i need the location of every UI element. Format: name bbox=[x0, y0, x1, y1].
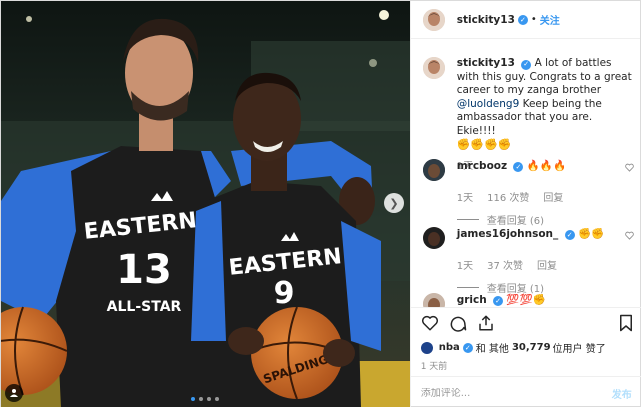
bookmark-icon[interactable] bbox=[618, 314, 634, 332]
post-header: stickity13 ✓ • 关注 bbox=[410, 1, 640, 39]
comment-username[interactable]: james16johnson_ bbox=[457, 228, 559, 240]
jersey-left-number: 13 bbox=[116, 247, 172, 293]
follow-button[interactable]: 关注 bbox=[540, 12, 560, 27]
like-comment-heart-icon[interactable] bbox=[624, 163, 634, 172]
comment-time: 1天 bbox=[456, 261, 474, 272]
comment-likes[interactable]: 116 次赞 bbox=[487, 189, 529, 204]
comment-item: james16johnson_ ✓ ✊✊ 1天 37 次赞 回复 查看回复 (1… bbox=[422, 227, 638, 295]
verified-badge-icon: ✓ bbox=[493, 296, 504, 306]
avatar-image bbox=[422, 8, 445, 31]
chevron-right-icon: ❯ bbox=[389, 196, 399, 210]
instagram-post: EASTERN 13 ALL-STAR EASTERN 9 SPALDING ❯ bbox=[0, 0, 641, 407]
photo-scene: EASTERN 13 ALL-STAR EASTERN 9 SPALDING bbox=[1, 1, 410, 407]
view-replies-label: 查看回复 (6) bbox=[486, 216, 545, 227]
verified-badge-icon: ✓ bbox=[462, 342, 473, 353]
comment-input[interactable] bbox=[420, 387, 581, 399]
comment-text: 🔥🔥🔥 bbox=[526, 160, 567, 172]
jersey-left-sub: ALL-STAR bbox=[107, 299, 182, 315]
verified-badge-icon: ✓ bbox=[564, 230, 575, 240]
likes-mid-text: 和 其他 bbox=[475, 344, 509, 355]
comment-item: grich ✓ 💯💯✊ bbox=[422, 293, 638, 307]
likes-first-user[interactable]: nba bbox=[439, 342, 460, 353]
header-separator: • bbox=[530, 14, 537, 25]
carousel-dot bbox=[215, 397, 219, 401]
carousel-dot bbox=[199, 397, 203, 401]
avatar[interactable] bbox=[422, 8, 445, 31]
next-image-button[interactable]: ❯ bbox=[384, 193, 404, 213]
comment-text: ✊✊ bbox=[577, 228, 605, 240]
caption-emojis: ✊✊✊✊ bbox=[456, 138, 512, 151]
avatar[interactable] bbox=[422, 227, 445, 249]
comment-username[interactable]: mrcbooz bbox=[457, 160, 507, 172]
add-comment-bar: 发布 bbox=[410, 376, 641, 407]
person-icon bbox=[10, 389, 18, 397]
jersey-right-number: 9 bbox=[274, 276, 295, 311]
comment-likes[interactable]: 37 次赞 bbox=[487, 257, 523, 272]
comment-username[interactable]: grich bbox=[457, 294, 487, 306]
post-photo[interactable]: EASTERN 13 ALL-STAR EASTERN 9 SPALDING ❯ bbox=[1, 1, 410, 407]
carousel-dot bbox=[207, 397, 211, 401]
header-username[interactable]: stickity13 bbox=[457, 14, 515, 26]
carousel-dots bbox=[191, 397, 219, 401]
verified-badge-icon: ✓ bbox=[517, 14, 528, 25]
caption-mention[interactable]: @luoldeng9 bbox=[457, 98, 520, 110]
like-comment-heart-icon[interactable] bbox=[624, 231, 634, 240]
post-caption: stickity13 ✓ A lot of battles with this … bbox=[422, 57, 635, 173]
post-comment-button[interactable]: 发布 bbox=[612, 386, 632, 401]
post-side-panel: stickity13 ✓ • 关注 stickity13 ✓ A lot of … bbox=[409, 1, 641, 407]
avatar[interactable] bbox=[422, 57, 445, 79]
avatar[interactable] bbox=[422, 159, 445, 181]
likes-summary[interactable]: nba ✓ 和 其他 30,779 位用户 赞了 bbox=[420, 340, 606, 355]
replies-divider bbox=[456, 287, 479, 288]
verified-badge-icon: ✓ bbox=[521, 59, 532, 70]
caption-username[interactable]: stickity13 bbox=[457, 57, 515, 69]
comment-item: mrcbooz ✓ 🔥🔥🔥 1天 116 次赞 回复 查看回复 (6) bbox=[422, 159, 638, 227]
verified-badge-icon: ✓ bbox=[513, 162, 524, 172]
tagged-users-button[interactable] bbox=[5, 384, 23, 402]
avatar-image bbox=[422, 57, 445, 79]
likes-count[interactable]: 30,779 bbox=[512, 342, 551, 353]
likes-suffix: 位用户 赞了 bbox=[552, 344, 606, 355]
reply-button[interactable]: 回复 bbox=[543, 189, 563, 204]
post-timestamp[interactable]: 1 天前 bbox=[421, 359, 448, 372]
like-heart-icon[interactable] bbox=[421, 314, 439, 332]
reply-button[interactable]: 回复 bbox=[537, 257, 557, 272]
avatar-image bbox=[422, 159, 445, 181]
view-replies-button[interactable]: 查看回复 (6) bbox=[456, 212, 638, 227]
comment-time: 1天 bbox=[456, 193, 474, 204]
replies-divider bbox=[456, 219, 479, 220]
comment-bubble-icon[interactable] bbox=[449, 314, 467, 332]
post-actions: nba ✓ 和 其他 30,779 位用户 赞了 1 天前 发布 bbox=[410, 307, 641, 407]
avatar-image bbox=[422, 293, 445, 307]
avatar[interactable] bbox=[422, 293, 445, 307]
avatar-image bbox=[422, 227, 445, 249]
liker-avatar bbox=[420, 341, 433, 354]
carousel-dot bbox=[191, 397, 195, 401]
share-icon[interactable] bbox=[477, 314, 495, 332]
comment-text: 💯💯✊ bbox=[506, 294, 546, 306]
